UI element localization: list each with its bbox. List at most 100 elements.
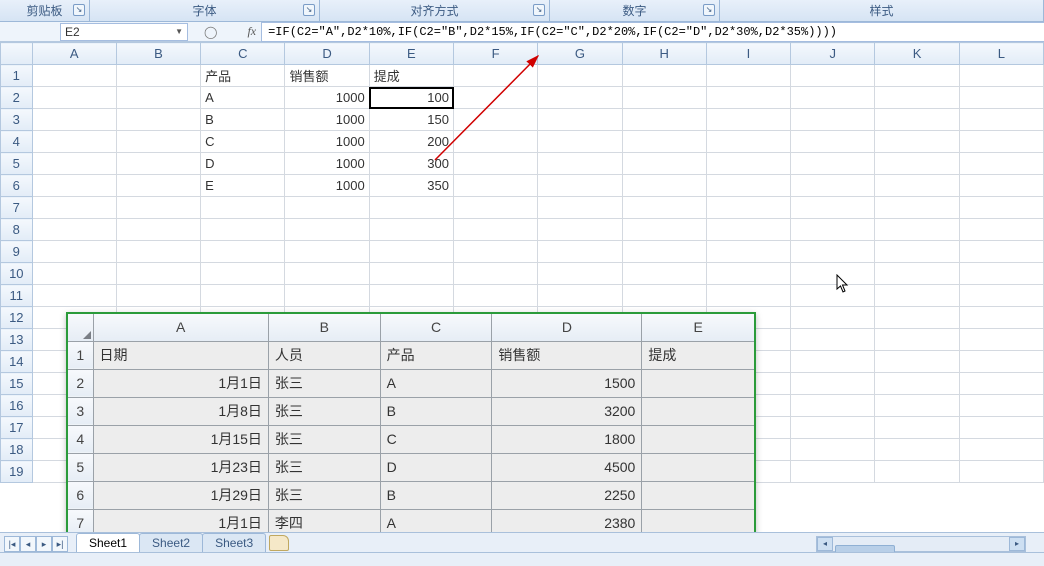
cell[interactable]: 150 (369, 109, 453, 131)
cell[interactable] (959, 307, 1043, 329)
cell[interactable] (538, 109, 622, 131)
cell[interactable] (369, 241, 453, 263)
cell[interactable] (622, 241, 706, 263)
cell[interactable] (538, 87, 622, 109)
cell[interactable] (959, 351, 1043, 373)
cell[interactable] (875, 175, 959, 197)
cell[interactable] (116, 197, 200, 219)
cell[interactable] (32, 175, 116, 197)
cell[interactable] (959, 131, 1043, 153)
cell[interactable]: 1000 (285, 109, 369, 131)
cell[interactable] (201, 285, 285, 307)
cell[interactable] (454, 241, 538, 263)
cell[interactable] (875, 197, 959, 219)
cell[interactable] (116, 109, 200, 131)
cell[interactable] (454, 153, 538, 175)
cell[interactable] (622, 153, 706, 175)
cell[interactable]: 提成 (369, 65, 453, 87)
cell[interactable] (454, 285, 538, 307)
cell[interactable] (538, 263, 622, 285)
cell[interactable] (622, 285, 706, 307)
cell[interactable] (791, 109, 875, 131)
worksheet-area[interactable]: A B C D E F G H I J K L 1产品销售额提成2A100010… (0, 42, 1044, 538)
col-header[interactable]: G (538, 43, 622, 65)
cell[interactable] (706, 263, 790, 285)
cell[interactable]: D (201, 153, 285, 175)
cell[interactable] (959, 153, 1043, 175)
cell[interactable] (116, 131, 200, 153)
row-header[interactable]: 11 (1, 285, 33, 307)
col-header[interactable]: C (201, 43, 285, 65)
cell[interactable]: 1000 (285, 153, 369, 175)
cell[interactable] (791, 197, 875, 219)
row-header[interactable]: 6 (1, 175, 33, 197)
row-header[interactable]: 2 (1, 87, 33, 109)
cell[interactable] (875, 351, 959, 373)
cell[interactable] (116, 263, 200, 285)
select-all-corner[interactable] (1, 43, 33, 65)
cell[interactable] (622, 219, 706, 241)
cell[interactable] (32, 241, 116, 263)
cell[interactable]: 销售额 (285, 65, 369, 87)
scroll-right-icon[interactable]: ▸ (1009, 537, 1025, 551)
col-header[interactable]: D (285, 43, 369, 65)
cell[interactable] (959, 87, 1043, 109)
cell[interactable] (875, 329, 959, 351)
cell[interactable] (875, 263, 959, 285)
cell[interactable]: 100 (369, 87, 453, 109)
cell[interactable]: 300 (369, 153, 453, 175)
row-header[interactable]: 5 (1, 153, 33, 175)
ribbon-group-styles[interactable]: 样式 (720, 0, 1044, 21)
cell[interactable] (116, 153, 200, 175)
row-header[interactable]: 3 (1, 109, 33, 131)
cell[interactable] (791, 65, 875, 87)
cell[interactable] (32, 109, 116, 131)
cell[interactable] (791, 307, 875, 329)
cell[interactable] (959, 373, 1043, 395)
cell[interactable] (538, 219, 622, 241)
cell[interactable] (706, 65, 790, 87)
cell[interactable] (959, 417, 1043, 439)
row-header[interactable]: 18 (1, 439, 33, 461)
cell[interactable]: B (201, 109, 285, 131)
cell[interactable] (706, 153, 790, 175)
cell[interactable] (875, 461, 959, 483)
cell[interactable] (454, 131, 538, 153)
cell[interactable] (791, 241, 875, 263)
cell[interactable] (622, 87, 706, 109)
cell[interactable] (116, 65, 200, 87)
cell[interactable] (791, 131, 875, 153)
tab-nav-prev-icon[interactable]: ◂ (20, 536, 36, 552)
cell[interactable] (706, 219, 790, 241)
cell[interactable] (875, 109, 959, 131)
cell[interactable] (622, 109, 706, 131)
cell[interactable] (201, 219, 285, 241)
cell[interactable] (791, 175, 875, 197)
sheet-tab[interactable]: Sheet2 (139, 533, 203, 552)
cell[interactable]: E (201, 175, 285, 197)
cell[interactable] (454, 109, 538, 131)
row-header[interactable]: 9 (1, 241, 33, 263)
cell[interactable] (369, 197, 453, 219)
cell[interactable] (285, 241, 369, 263)
cell[interactable] (706, 197, 790, 219)
cell[interactable] (454, 263, 538, 285)
col-header[interactable]: J (791, 43, 875, 65)
tab-nav-last-icon[interactable]: ▸| (52, 536, 68, 552)
row-header[interactable]: 1 (1, 65, 33, 87)
name-box[interactable]: E2 ▼ (60, 23, 188, 41)
cell[interactable] (875, 65, 959, 87)
col-header[interactable]: F (454, 43, 538, 65)
cell[interactable] (959, 109, 1043, 131)
ribbon-group-number[interactable]: 数字 ↘ (550, 0, 720, 21)
cell[interactable] (706, 131, 790, 153)
cell[interactable] (32, 65, 116, 87)
cell[interactable] (875, 153, 959, 175)
col-header[interactable]: E (369, 43, 453, 65)
dialog-launcher-icon[interactable]: ↘ (73, 4, 85, 16)
sheet-tab[interactable]: Sheet1 (76, 533, 140, 552)
cell[interactable] (32, 153, 116, 175)
tab-nav-next-icon[interactable]: ▸ (36, 536, 52, 552)
cell[interactable] (791, 351, 875, 373)
cell[interactable] (538, 241, 622, 263)
